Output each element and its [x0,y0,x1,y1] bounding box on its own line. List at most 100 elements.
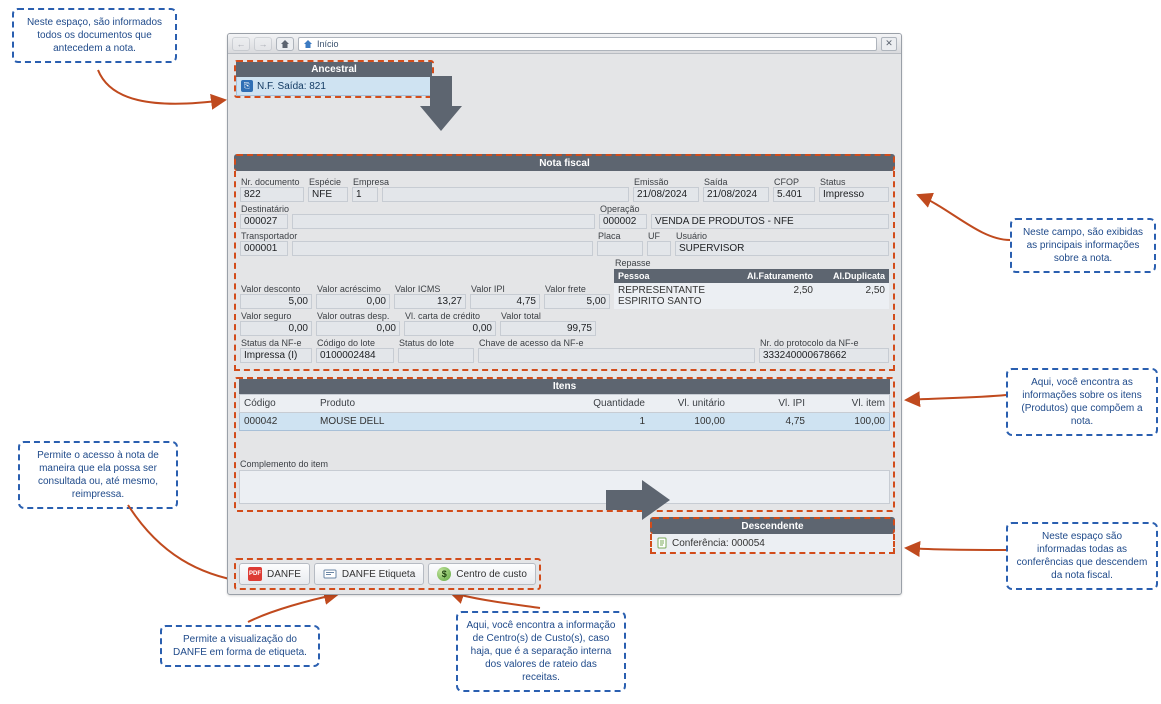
rp-col-fat: Al.Faturamento [739,269,817,283]
danfe-etiqueta-button[interactable]: DANFE Etiqueta [314,563,424,585]
rp-col-pessoa: Pessoa [614,269,739,283]
complemento-box[interactable] [239,470,890,504]
val-vfrete[interactable]: 5,00 [544,294,610,309]
val-transnome [292,241,593,256]
val-empresa-nome [382,187,629,202]
descendente-item[interactable]: Conferência: 000054 [650,534,895,554]
callout-centro: Aqui, você encontra a informação de Cent… [456,611,626,692]
address-bar[interactable]: Início [298,37,877,51]
lab-stnfe: Status da NF-e [240,338,312,348]
itens-header: Itens [239,379,890,394]
val-vseg[interactable]: 0,00 [240,321,312,336]
lab-uf: UF [647,231,671,241]
val-opnome: VENDA DE PRODUTOS - NFE [651,214,889,229]
rp-fat: 2,50 [739,283,817,309]
val-saida[interactable]: 21/08/2024 [703,187,769,202]
danfe-label: DANFE [267,569,301,580]
lab-nrdoc: Nr. documento [240,177,304,187]
val-nrdoc[interactable]: 822 [240,187,304,202]
itens-columns: Código Produto Quantidade Vl. unitário V… [239,394,890,413]
lab-prot: Nr. do protocolo da NF-e [759,338,889,348]
val-status: Impresso [819,187,889,202]
actions-row: PDF DANFE DANFE Etiqueta $ Centro de cus… [234,558,541,590]
val-stlote [398,348,474,363]
cell-vlitem: 100,00 [809,413,889,430]
nota-header: Nota fiscal [234,154,895,171]
repasse-table: Repasse Pessoa Al.Faturamento Al.Duplica… [614,258,889,309]
repasse-row[interactable]: REPRESENTANTE ESPIRITO SANTO 2,50 2,50 [614,283,889,309]
val-vcart[interactable]: 0,00 [404,321,496,336]
val-placa[interactable] [597,241,643,256]
cell-vlunit: 100,00 [649,413,729,430]
val-vacr[interactable]: 0,00 [316,294,390,309]
centro-custo-button[interactable]: $ Centro de custo [428,563,536,585]
lab-emissao: Emissão [633,177,699,187]
val-opcod[interactable]: 000002 [599,214,647,229]
lab-cfop: CFOP [773,177,815,187]
callout-desc: Neste espaço são informadas todas as con… [1006,522,1158,590]
cell-produto: MOUSE DELL [316,413,574,430]
nav-home[interactable] [276,37,294,51]
lab-saida: Saída [703,177,769,187]
lab-vacr: Valor acréscimo [316,284,390,294]
val-codlote: 0100002484 [316,348,394,363]
rp-col-dup: Al.Duplicata [817,269,889,283]
lab-complemento: Complemento do item [239,459,328,469]
val-empresa[interactable]: 1 [352,187,378,202]
lab-vfrete: Valor frete [544,284,610,294]
val-user: SUPERVISOR [675,241,889,256]
lab-vipi: Valor IPI [470,284,540,294]
val-emissao[interactable]: 21/08/2024 [633,187,699,202]
val-vtot: 99,75 [500,321,596,336]
val-cfop[interactable]: 5.401 [773,187,815,202]
lab-empresa: Empresa [352,177,378,187]
lab-op: Operação [599,204,647,214]
val-destcod[interactable]: 000027 [240,214,288,229]
danfe-button[interactable]: PDF DANFE [239,563,310,585]
val-transcod[interactable]: 000001 [240,241,288,256]
nav-back: ← [232,37,250,51]
lab-vout: Valor outras desp. [316,311,400,321]
val-vout[interactable]: 0,00 [316,321,400,336]
nota-section: Nota fiscal Nr. documento822 EspécieNFE … [234,154,895,371]
val-prot: 333240000678662 [759,348,889,363]
val-uf[interactable] [647,241,671,256]
val-stnfe: Impressa (I) [240,348,312,363]
lab-codlote: Código do lote [316,338,394,348]
label-icon [323,567,337,581]
lab-trans: Transportador [240,231,288,241]
nf-badge-icon: ⎘ [241,80,253,92]
app-titlebar: ← → Início ✕ [228,34,901,54]
val-especie[interactable]: NFE [308,187,348,202]
col-qtd: Quantidade [574,395,649,412]
val-vipi[interactable]: 4,75 [470,294,540,309]
lab-vseg: Valor seguro [240,311,312,321]
tab-close[interactable]: ✕ [881,37,897,51]
callout-nota: Neste campo, são exibidas as principais … [1010,218,1156,273]
descendente-label: Conferência: 000054 [672,538,765,549]
item-row[interactable]: 000042 MOUSE DELL 1 100,00 4,75 100,00 [239,413,890,431]
lab-vicms: Valor ICMS [394,284,466,294]
val-vicms[interactable]: 13,27 [394,294,466,309]
rp-pessoa: REPRESENTANTE ESPIRITO SANTO [614,283,739,309]
app-window: ← → Início ✕ Ancestral ⎘ N.F. Saída: 821 [227,33,902,595]
callout-itens: Aqui, você encontra as informações sobre… [1006,368,1158,436]
ancestral-item-label: N.F. Saída: 821 [257,81,326,92]
pdf-icon: PDF [248,567,262,581]
lab-vdesc: Valor desconto [240,284,312,294]
lab-vtot: Valor total [500,311,596,321]
col-codigo: Código [240,395,316,412]
ancestral-header: Ancestral [236,62,432,77]
lab-user: Usuário [675,231,889,241]
descendente-section: Descendente Conferência: 000054 [650,517,895,554]
lab-chave: Chave de acesso da NF-e [478,338,755,348]
callout-ancestral: Neste espaço, são informados todos os do… [12,8,177,63]
flow-arrow-down [400,76,470,138]
nav-fwd: → [254,37,272,51]
home-icon [303,39,313,49]
cell-codigo: 000042 [240,413,316,430]
coin-icon: $ [437,567,451,581]
callout-danfe: Permite o acesso à nota de maneira que e… [18,441,178,509]
lab-vcart: Vl. carta de crédito [404,311,496,321]
val-vdesc[interactable]: 5,00 [240,294,312,309]
